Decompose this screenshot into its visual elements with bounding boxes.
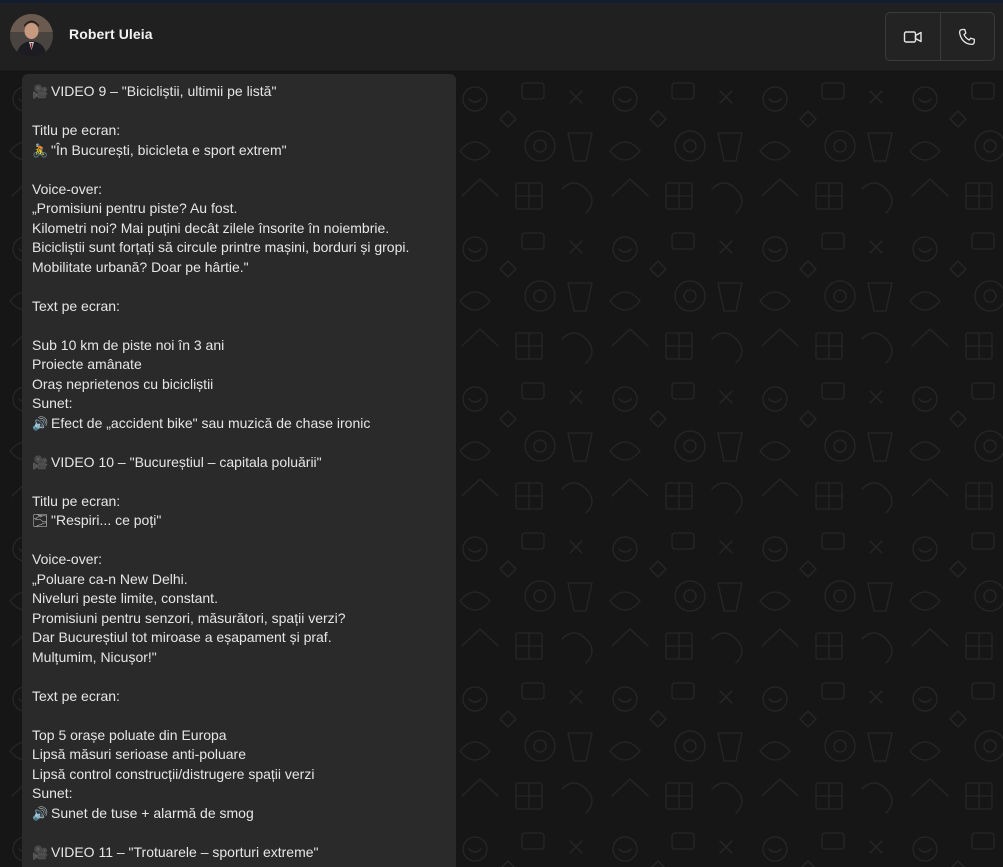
phone-icon <box>959 28 976 45</box>
message-text: 🎥 VIDEO 9 – "Bicicliștii, ultimii pe list… <box>22 74 456 862</box>
message-line-text: Promisiuni pentru senzori, măsurători, s… <box>32 609 346 626</box>
message-line <box>32 472 456 492</box>
message-line-text: Sub 10 km de piste noi în 3 ani <box>32 336 225 353</box>
message-line: 🌫 "Respiri... ce poți" <box>32 511 456 531</box>
message-line-text: VIDEO 10 – "Bucureștiul – capitala poluă… <box>51 453 322 470</box>
message-line: 🎥 VIDEO 9 – "Bicicliștii, ultimii pe list… <box>32 82 456 102</box>
message-line <box>32 316 456 336</box>
message-line-text: Oraș neprietenos cu bicicliștii <box>32 375 214 392</box>
emoji-icon: 🎥 <box>32 84 49 99</box>
message-line: Top 5 orașe poluate din Europa <box>32 726 456 746</box>
message-line <box>32 277 456 297</box>
emoji-icon: 🔊 <box>32 415 49 431</box>
message-line: 🔊 Efect de „accident bike" sau muzică de … <box>32 414 456 434</box>
message-line: 🎥 VIDEO 11 – "Trotuarele – sporturi extre… <box>32 843 456 863</box>
message-line-text: Mulțumim, Nicușor!" <box>32 648 157 665</box>
message-line: Sub 10 km de piste noi în 3 ani <box>32 336 456 356</box>
message-line: Sunet: <box>32 394 456 414</box>
message-line-text: Voice-over: <box>32 180 103 197</box>
message-line-text: Lipsă măsuri serioase anti-poluare <box>32 746 246 762</box>
message-line-text: Proiecte amânate <box>32 356 142 372</box>
message-line-text: Efect de „accident bike" sau muzică de c… <box>51 414 371 431</box>
message-line: Text pe ecran: <box>32 297 456 317</box>
message-line: Oraș neprietenos cu bicicliștii <box>32 375 456 395</box>
emoji-icon: 🔊 <box>32 805 49 821</box>
message-line-text: VIDEO 9 – "Bicicliștii, ultimii pe listă… <box>51 83 277 99</box>
message-line-text: Titlu pe ecran: <box>32 122 121 138</box>
chat-header: Robert Uleia <box>0 3 1003 71</box>
message-line: Sunet: <box>32 784 456 804</box>
message-line: Dar Bucureștiul tot miroase a eșapament … <box>32 628 456 648</box>
message-line: Voice-over: <box>32 550 456 570</box>
chat-window: Robert Uleia 🎥 VIDEO 9 – "Bicicliștii, u… <box>0 3 1003 867</box>
message-line: Proiecte amânate <box>32 355 456 375</box>
emoji-icon: 🎥 <box>32 454 49 470</box>
video-call-button[interactable] <box>886 13 940 60</box>
message-line: Promisiuni pentru senzori, măsurători, s… <box>32 609 456 629</box>
message-line: Text pe ecran: <box>32 687 456 707</box>
message-line-text: Top 5 orașe poluate din Europa <box>32 726 227 743</box>
message-line <box>32 531 456 551</box>
message-line-text: Text pe ecran: <box>32 687 120 704</box>
message-line: 🔊 Sunet de tuse + alarmă de smog <box>32 804 456 824</box>
message-line: Voice-over: <box>32 180 456 200</box>
call-buttons <box>885 12 995 61</box>
message-line-text: Kilometri noi? Mai puțini decât zilele î… <box>32 219 390 236</box>
message-line <box>32 433 456 453</box>
emoji-icon: 🌫 <box>32 513 49 528</box>
message-line-text: "Respiri... ce poți" <box>51 512 162 528</box>
contact-name[interactable]: Robert Uleia <box>69 26 153 42</box>
voice-call-button[interactable] <box>939 13 995 60</box>
message-line: Bicicliștii sunt forțați să circule prin… <box>32 238 456 258</box>
message-line-text: Sunet de tuse + alarmă de smog <box>51 804 254 821</box>
message-line-text: Sunet: <box>32 395 73 411</box>
message-line: 🚴 "În București, bicicleta e sport extrem… <box>32 141 456 161</box>
message-line: „Promisiuni pentru piste? Au fost. <box>32 199 456 219</box>
message-line-text: Bicicliștii sunt forțați să circule prin… <box>32 239 410 255</box>
message-line: Lipsă control construcții/distrugere spa… <box>32 765 456 785</box>
message-line-text: Mobilitate urbană? Doar pe hârtie." <box>32 258 249 275</box>
message-line-text: Lipsă control construcții/distrugere spa… <box>32 765 315 782</box>
message-line-text: Sunet: <box>32 785 73 801</box>
message-line-text: Titlu pe ecran: <box>32 492 121 509</box>
message-line <box>32 823 456 843</box>
message-line-text: Voice-over: <box>32 551 103 567</box>
message-line: Mobilitate urbană? Doar pe hârtie." <box>32 258 456 278</box>
message-line: Kilometri noi? Mai puțini decât zilele î… <box>32 219 456 239</box>
message-line: Titlu pe ecran: <box>32 121 456 141</box>
video-camera-icon <box>903 30 922 43</box>
avatar-photo <box>10 14 53 57</box>
message-line: Mulțumim, Nicușor!" <box>32 648 456 668</box>
emoji-icon: 🎥 <box>32 844 49 860</box>
chat-area[interactable]: 🎥 VIDEO 9 – "Bicicliștii, ultimii pe list… <box>0 71 1003 867</box>
message-line-text: VIDEO 11 – "Trotuarele – sporturi extrem… <box>51 843 319 860</box>
message-bubble[interactable]: 🎥 VIDEO 9 – "Bicicliștii, ultimii pe list… <box>22 74 456 867</box>
message-line <box>32 102 456 122</box>
message-line <box>32 706 456 726</box>
message-line-text: Dar Bucureștiul tot miroase a eșapament … <box>32 629 332 645</box>
message-line <box>32 667 456 687</box>
message-line: Niveluri peste limite, constant. <box>32 589 456 609</box>
emoji-icon: 🚴 <box>32 142 49 158</box>
message-line: Lipsă măsuri serioase anti-poluare <box>32 745 456 765</box>
message-line-text: „Promisiuni pentru piste? Au fost. <box>32 200 238 216</box>
message-line: 🎥 VIDEO 10 – "Bucureștiul – capitala polu… <box>32 453 456 473</box>
message-line-text: "În București, bicicleta e sport extrem" <box>51 141 287 158</box>
message-line: „Poluare ca-n New Delhi. <box>32 570 456 590</box>
message-line <box>32 160 456 180</box>
message-line-text: Text pe ecran: <box>32 297 120 314</box>
message-line: Titlu pe ecran: <box>32 492 456 512</box>
message-line-text: Niveluri peste limite, constant. <box>32 590 218 606</box>
message-line-text: „Poluare ca-n New Delhi. <box>32 570 188 587</box>
avatar[interactable] <box>10 14 53 57</box>
